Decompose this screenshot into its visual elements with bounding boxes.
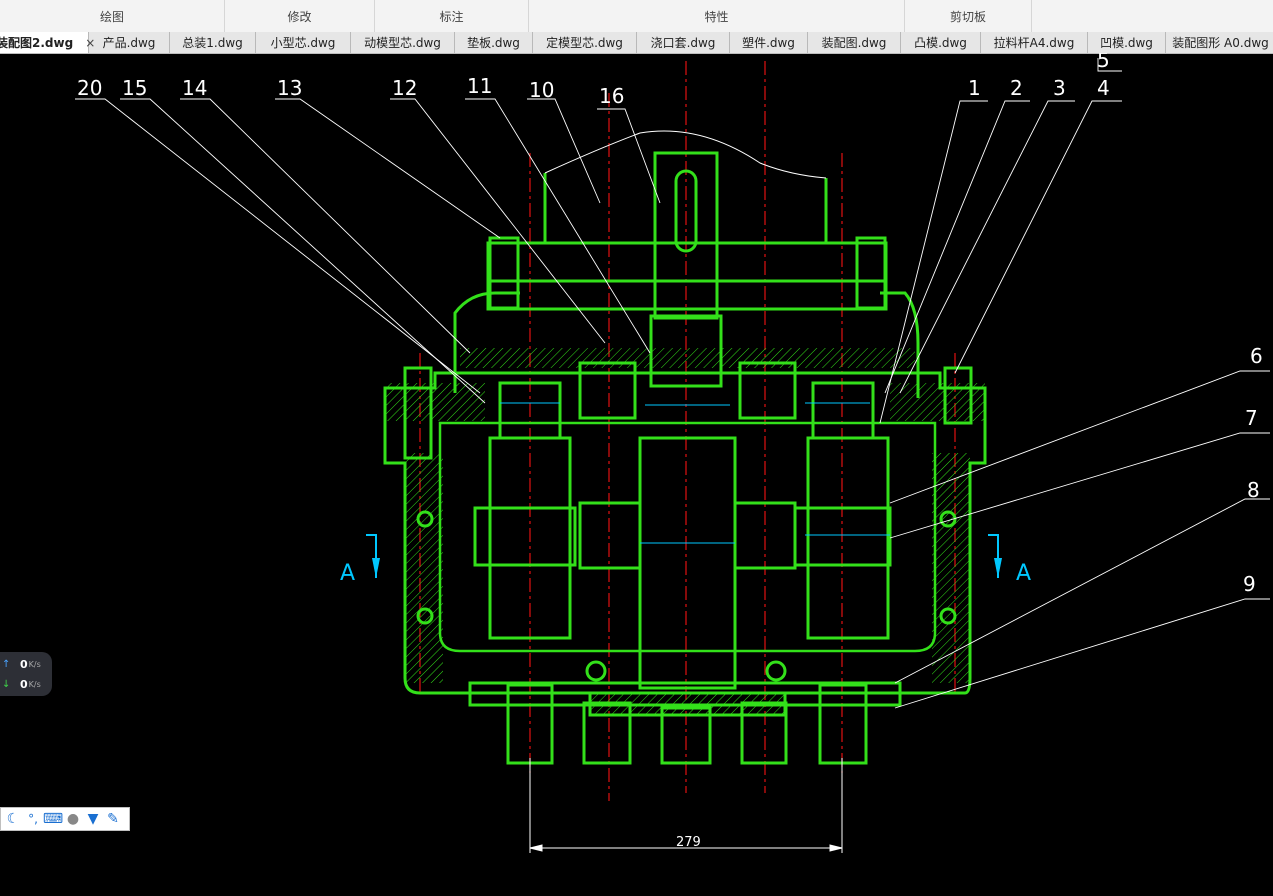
ribbon-group-label: 特性 [704,9,729,24]
upload-speed: 0 [20,658,28,671]
upload-arrow-icon: ↑ [2,659,11,670]
download-arrow-icon: ↓ [2,679,11,690]
tab-label: 凸模.dwg [914,36,967,50]
ribbon-group-label: 剪切板 [949,9,986,24]
punctuation-icon[interactable]: °, [23,809,43,829]
tab-label: 装配图2.dwg [0,36,74,50]
balloon-14: 14 [182,76,207,100]
balloon-2: 2 [1010,76,1023,100]
balloon-15: 15 [122,76,147,100]
balloon-5: 5 [1097,53,1110,72]
balloon-13: 13 [277,76,302,100]
ribbon-bar: 绘图 修改 标注 特性 剪切板 [0,0,1273,33]
moon-icon[interactable]: ☾ [3,809,23,829]
balloon-9: 9 [1243,572,1256,596]
user-icon[interactable]: ● [63,809,83,829]
tab-label: 塑件.dwg [742,36,795,50]
tab-label: 动模型芯.dwg [364,36,441,50]
ribbon-group-label: 绘图 [99,9,124,24]
tab-label: 拉料杆A4.dwg [993,36,1075,50]
tab-label: 小型芯.dwg [270,36,336,50]
tab-装配图[interactable]: 装配图.dwg [808,32,901,53]
ribbon-group-modify[interactable]: 修改 [225,0,375,32]
ribbon-group-draw[interactable]: 绘图 [0,0,225,32]
balloon-1: 1 [968,76,981,100]
ime-toolbar: ☾ °, ⌨ ● ▼ ✎ [0,807,130,831]
tab-装配图形A0[interactable]: 装配图形 A0.dwg [1166,32,1273,53]
tab-label: 装配图.dwg [821,36,887,50]
balloon-16: 16 [599,84,624,108]
ribbon-group-properties[interactable]: 特性 [529,0,905,32]
balloon-3: 3 [1053,76,1066,100]
ribbon-group-clipboard[interactable]: 剪切板 [905,0,1032,32]
tab-label: 凹模.dwg [1100,36,1153,50]
mold-assembly [383,130,987,765]
shirt-icon[interactable]: ▼ [83,809,103,829]
tab-浇口套[interactable]: 浇口套.dwg [637,32,730,53]
tab-塑件[interactable]: 塑件.dwg [730,32,808,53]
balloon-20: 20 [77,76,102,100]
ribbon-group-label: 修改 [287,9,312,24]
tab-label: 产品.dwg [102,36,156,50]
tab-定模型芯[interactable]: 定模型芯.dwg [533,32,637,53]
download-unit: K/s [28,680,41,689]
tab-总装1[interactable]: 总装1.dwg [170,32,256,53]
drawing-canvas[interactable]: 20 15 14 13 12 11 10 16 1 2 3 4 5 6 7 8 … [0,53,1273,896]
tab-产品[interactable]: 产品.dwg [89,32,170,53]
balloon-7: 7 [1245,406,1258,430]
tab-label: 垫板.dwg [467,36,520,50]
ribbon-group-label: 标注 [439,9,464,24]
wrench-icon[interactable]: ✎ [103,809,123,829]
tab-label: 装配图形 A0.dwg [1172,36,1269,50]
tab-label: 浇口套.dwg [650,36,716,50]
balloon-6: 6 [1250,344,1263,368]
keyboard-icon[interactable]: ⌨ [43,809,63,829]
document-tab-bar: 装配图2.dwg × 产品.dwg 总装1.dwg 小型芯.dwg 动模型芯.dw… [0,32,1273,54]
ribbon-group-annotate[interactable]: 标注 [375,0,529,32]
balloon-12: 12 [392,76,417,100]
section-label-right: A [1016,561,1031,586]
tab-label: 定模型芯.dwg [546,36,623,50]
balloon-labels: 20 15 14 13 12 11 10 16 1 2 3 4 5 6 7 8 … [77,53,1263,596]
tab-label: 总装1.dwg [182,36,243,50]
tab-装配图2[interactable]: 装配图2.dwg × [0,32,95,53]
tab-小型芯[interactable]: 小型芯.dwg [256,32,351,53]
balloon-4: 4 [1097,76,1110,100]
dimension-text: 279 [676,835,701,850]
section-label-left: A [340,561,355,586]
leader-lines [75,58,1270,709]
tab-动模型芯[interactable]: 动模型芯.dwg [351,32,455,53]
tab-垫板[interactable]: 垫板.dwg [455,32,533,53]
tab-拉料杆A4[interactable]: 拉料杆A4.dwg [981,32,1088,53]
download-speed: 0 [20,678,28,691]
balloon-8: 8 [1247,478,1260,502]
ribbon-group-empty [1032,0,1273,32]
tab-凸模[interactable]: 凸模.dwg [901,32,981,53]
upload-unit: K/s [28,660,41,669]
network-speed-widget[interactable]: ↑ 0 K/s ↓ 0 K/s [0,652,52,696]
balloon-10: 10 [529,78,554,102]
tab-凹模[interactable]: 凹模.dwg [1088,32,1166,53]
balloon-11: 11 [467,74,492,98]
